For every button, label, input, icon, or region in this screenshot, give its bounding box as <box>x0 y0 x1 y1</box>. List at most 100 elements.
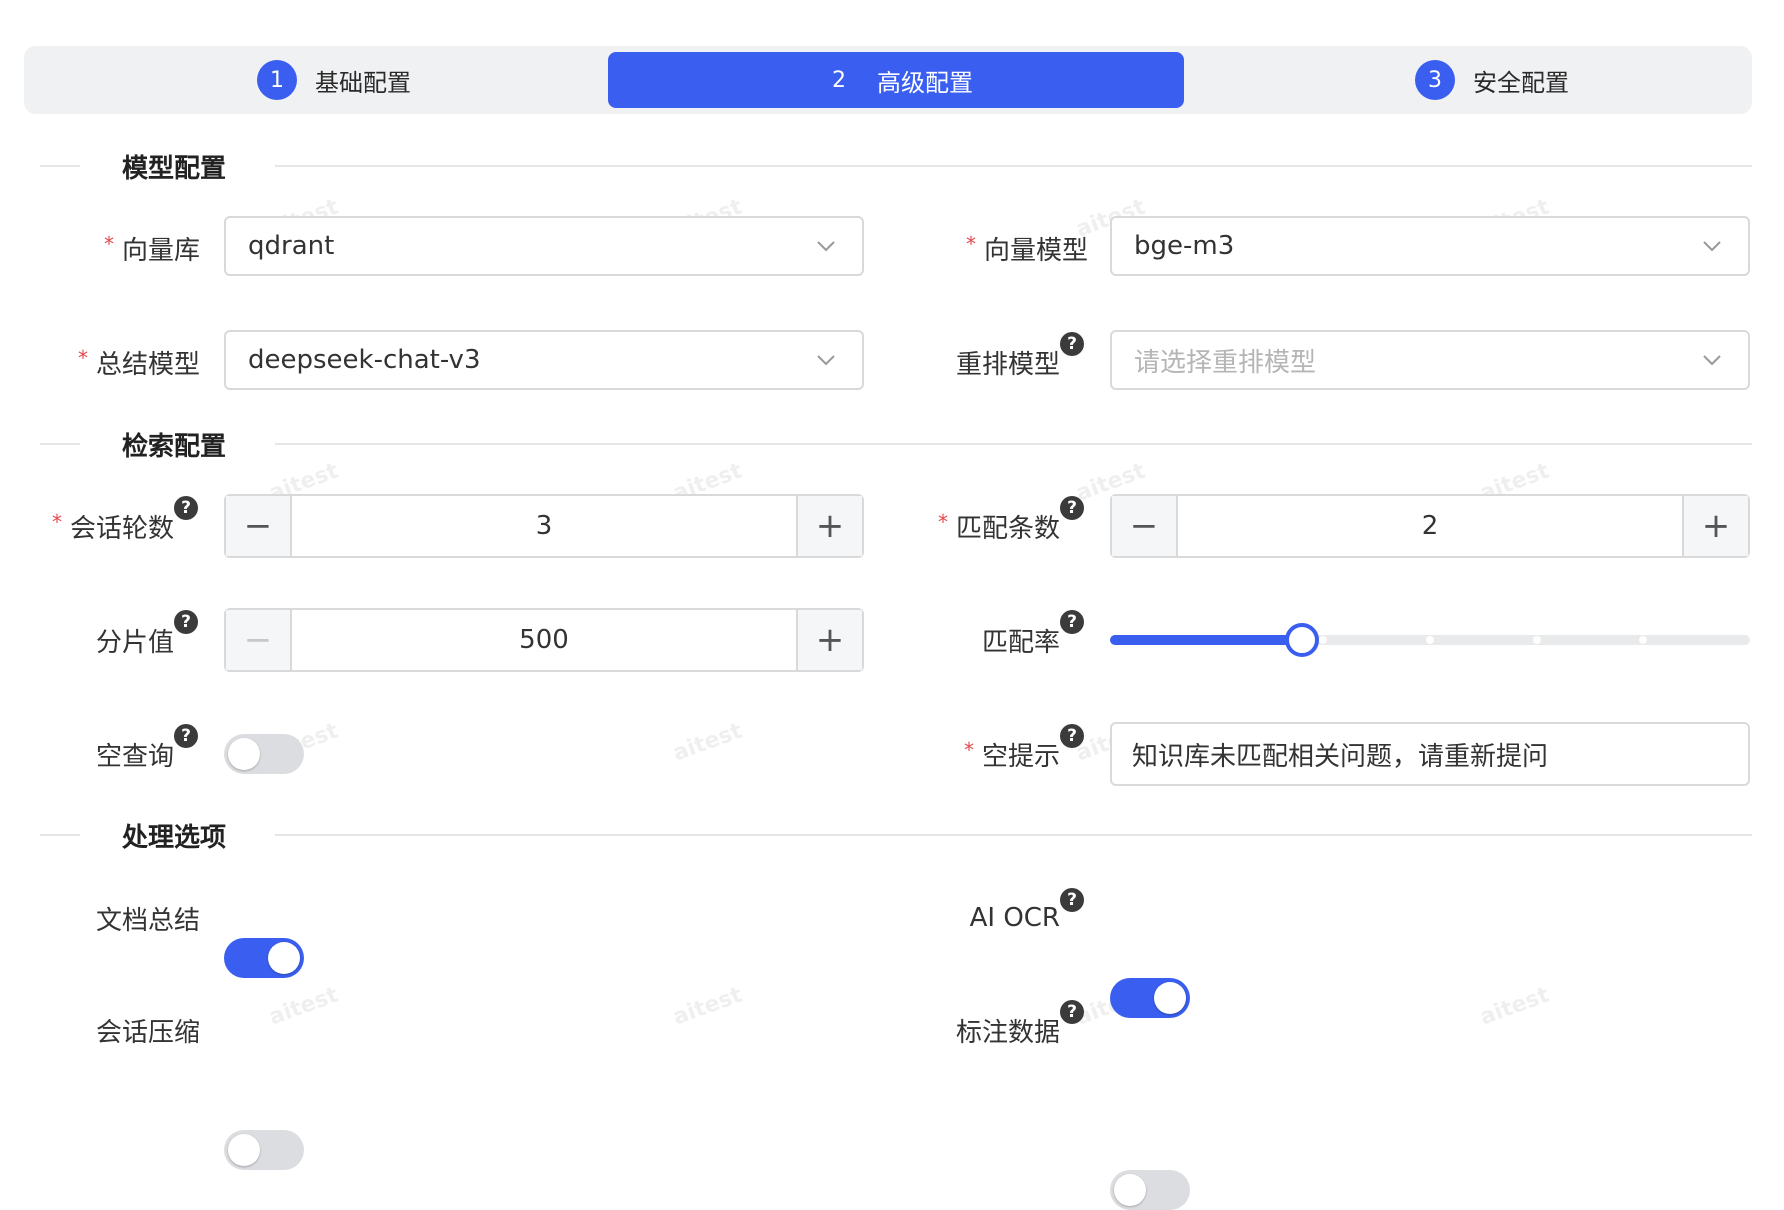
help-icon[interactable]: ? <box>1060 610 1084 634</box>
help-icon[interactable]: ? <box>174 724 198 748</box>
increment-button[interactable]: + <box>796 610 862 670</box>
section-title-model: 模型配置 <box>122 154 227 184</box>
vector-model-label-text: 向量模型 <box>983 235 1088 266</box>
rerank-model-select[interactable]: 请选择重排模型 <box>1110 330 1750 390</box>
help-icon[interactable]: ? <box>1060 496 1084 520</box>
chunk-size-label-text: 分片值 <box>95 627 174 658</box>
section-divider <box>275 443 1752 445</box>
toggle-knob <box>268 942 300 974</box>
rerank-model-placeholder: 请选择重排模型 <box>1134 347 1317 378</box>
step-security[interactable]: 3 安全配置 <box>1392 52 1592 108</box>
increment-button[interactable]: + <box>796 496 862 556</box>
section-title-retrieval: 检索配置 <box>122 432 227 462</box>
summary-model-select[interactable]: deepseek-chat-v3 <box>224 330 864 390</box>
chevron-down-icon <box>1703 355 1721 366</box>
section-divider <box>40 165 80 167</box>
session-rounds-stepper: − 3 + <box>224 494 864 558</box>
doc-summary-toggle[interactable] <box>224 938 304 978</box>
empty-query-label: 空查询 <box>40 734 174 774</box>
help-icon[interactable]: ? <box>1060 1000 1084 1024</box>
section-divider <box>40 834 80 836</box>
vector-model-label: * 向量模型 <box>900 228 1088 268</box>
chunk-size-stepper: − 500 + <box>224 608 864 672</box>
chevron-down-icon <box>1703 241 1721 252</box>
step-number: 2 <box>832 67 846 93</box>
help-icon[interactable]: ? <box>174 610 198 634</box>
required-mark: * <box>103 232 114 256</box>
section-divider <box>275 834 1752 836</box>
ai-ocr-toggle[interactable] <box>1110 978 1190 1018</box>
empty-hint-input[interactable]: 知识库未匹配相关问题，请重新提问 <box>1110 722 1750 786</box>
ai-ocr-label-text: AI OCR <box>969 903 1060 933</box>
session-rounds-label: * 会话轮数 <box>30 506 174 546</box>
session-compress-label-text: 会话压缩 <box>95 1017 200 1048</box>
slider-handle[interactable] <box>1285 623 1319 657</box>
step-advanced[interactable]: 2 高级配置 <box>608 52 1184 108</box>
match-count-label-text: 匹配条数 <box>955 513 1060 544</box>
toggle-knob <box>1154 982 1186 1014</box>
annotated-data-label-text: 标注数据 <box>955 1017 1060 1048</box>
match-count-stepper: − 2 + <box>1110 494 1750 558</box>
watermark: aitest <box>265 982 342 1031</box>
chevron-down-icon <box>817 355 835 366</box>
doc-summary-label: 文档总结 <box>40 898 200 938</box>
session-rounds-value[interactable]: 3 <box>292 496 796 556</box>
section-divider <box>275 165 1752 167</box>
help-icon[interactable]: ? <box>1060 332 1084 356</box>
toggle-knob <box>1114 1174 1146 1206</box>
vector-db-label-text: 向量库 <box>121 235 200 266</box>
rerank-model-label-text: 重排模型 <box>955 349 1060 380</box>
step-basic[interactable]: 1 基础配置 <box>234 52 434 108</box>
vector-db-value: qdrant <box>248 231 335 261</box>
annotated-data-label: 标注数据 <box>910 1010 1060 1050</box>
section-title-processing: 处理选项 <box>122 823 227 853</box>
vector-db-select[interactable]: qdrant <box>224 216 864 276</box>
summary-model-value: deepseek-chat-v3 <box>248 345 481 375</box>
decrement-button[interactable]: − <box>226 610 292 670</box>
watermark: aitest <box>1476 982 1553 1031</box>
empty-query-label-text: 空查询 <box>95 741 174 772</box>
session-compress-label: 会话压缩 <box>40 1010 200 1050</box>
toggle-knob <box>228 1134 260 1166</box>
empty-hint-value: 知识库未匹配相关问题，请重新提问 <box>1132 741 1549 772</box>
required-mark: * <box>963 738 974 762</box>
decrement-button[interactable]: − <box>1112 496 1178 556</box>
chevron-down-icon <box>817 241 835 252</box>
required-mark: * <box>965 232 976 256</box>
session-rounds-label-text: 会话轮数 <box>69 513 174 544</box>
watermark: aitest <box>669 982 746 1031</box>
match-rate-label-text: 匹配率 <box>981 627 1060 658</box>
step-number: 3 <box>1415 60 1455 100</box>
step-number: 1 <box>257 60 297 100</box>
empty-hint-label: * 空提示 <box>910 734 1060 774</box>
doc-summary-label-text: 文档总结 <box>95 905 200 936</box>
match-count-value[interactable]: 2 <box>1178 496 1682 556</box>
session-compress-toggle[interactable] <box>224 1130 304 1170</box>
step-label: 高级配置 <box>877 68 973 97</box>
increment-button[interactable]: + <box>1682 496 1748 556</box>
decrement-button[interactable]: − <box>226 496 292 556</box>
slider-step-dot <box>1532 636 1541 644</box>
help-icon[interactable]: ? <box>174 496 198 520</box>
required-mark: * <box>937 510 948 534</box>
vector-model-value: bge-m3 <box>1134 231 1235 261</box>
chunk-size-value[interactable]: 500 <box>292 610 796 670</box>
watermark: aitest <box>669 718 746 767</box>
help-icon[interactable]: ? <box>1060 724 1084 748</box>
chunk-size-label: 分片值 <box>40 620 174 660</box>
vector-model-select[interactable]: bge-m3 <box>1110 216 1750 276</box>
slider-step-dot <box>1426 636 1434 644</box>
vector-db-label: * 向量库 <box>40 228 200 268</box>
toggle-knob <box>228 738 260 770</box>
empty-query-toggle[interactable] <box>224 734 304 774</box>
help-icon[interactable]: ? <box>1060 888 1084 912</box>
empty-hint-label-text: 空提示 <box>981 741 1060 772</box>
section-divider <box>40 443 80 445</box>
required-mark: * <box>51 510 62 534</box>
match-rate-slider[interactable] <box>1110 623 1750 657</box>
rerank-model-label: 重排模型 <box>900 342 1060 382</box>
summary-model-label: * 总结模型 <box>40 342 200 382</box>
annotated-data-toggle[interactable] <box>1110 1170 1190 1210</box>
slider-track <box>1110 635 1302 645</box>
ai-ocr-label: AI OCR <box>910 898 1060 938</box>
